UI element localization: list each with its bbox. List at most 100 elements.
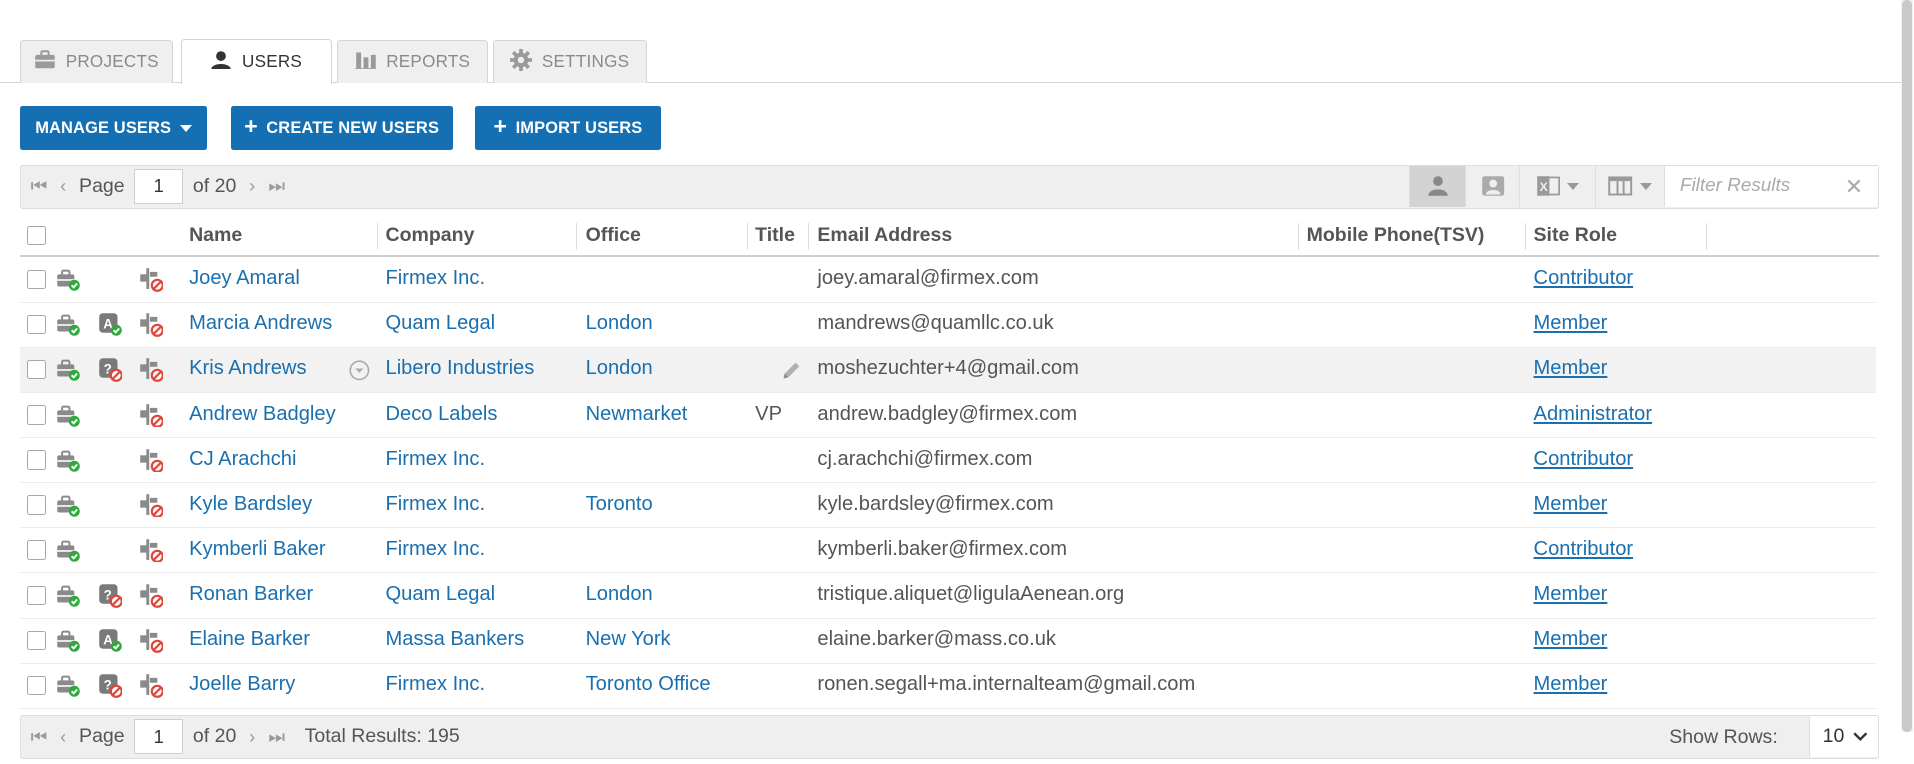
table-row[interactable]: Kyle Bardsley Firmex Inc. Toronto kyle.bard… bbox=[19, 483, 1877, 529]
user-company[interactable]: Quam Legal bbox=[386, 583, 496, 606]
projects-access-icon[interactable] bbox=[56, 267, 80, 291]
table-row[interactable]: Joey Amaral Firmex Inc. joey.amaral@firmex… bbox=[19, 257, 1877, 303]
view-active-users-button[interactable] bbox=[1409, 165, 1466, 208]
column-header-email[interactable]: Email Address bbox=[817, 224, 952, 247]
user-company[interactable]: Firmex Inc. bbox=[386, 538, 486, 561]
show-rows-select[interactable]: 10 bbox=[1809, 715, 1878, 758]
table-row[interactable]: CJ Arachchi Firmex Inc. cj.arachchi@firmex… bbox=[19, 438, 1877, 484]
last-page-icon[interactable]: ⏭ bbox=[268, 726, 285, 748]
user-name[interactable]: Kris Andrews bbox=[189, 357, 306, 380]
tab-settings[interactable]: SETTINGS bbox=[492, 40, 647, 83]
projects-access-icon[interactable] bbox=[56, 493, 80, 517]
table-row[interactable]: Kymberli Baker Firmex Inc. kymberli.baker@… bbox=[19, 528, 1877, 574]
user-office[interactable]: London bbox=[586, 312, 653, 335]
user-company[interactable]: Firmex Inc. bbox=[386, 267, 486, 290]
projects-access-icon[interactable] bbox=[56, 538, 80, 562]
column-header-role[interactable]: Site Role bbox=[1534, 224, 1618, 247]
hierarchy-icon[interactable] bbox=[139, 267, 164, 293]
hierarchy-icon[interactable] bbox=[139, 312, 164, 338]
row-checkbox[interactable] bbox=[26, 630, 47, 651]
tab-users[interactable]: USERS bbox=[180, 39, 332, 85]
clear-filter-icon[interactable]: ✕ bbox=[1845, 174, 1863, 200]
projects-access-icon[interactable] bbox=[56, 312, 80, 337]
create-new-users-button[interactable]: + CREATE NEW USERS bbox=[230, 106, 453, 151]
user-name[interactable]: Kymberli Baker bbox=[189, 538, 325, 561]
user-site-role[interactable]: Contributor bbox=[1534, 448, 1634, 471]
user-office[interactable]: Newmarket bbox=[586, 403, 688, 426]
user-name[interactable]: Joelle Barry bbox=[189, 673, 295, 696]
user-company[interactable]: Libero Industries bbox=[386, 357, 535, 380]
auth-blocked-icon[interactable]: ? bbox=[98, 583, 123, 609]
chevron-down-circle-icon[interactable] bbox=[349, 360, 370, 387]
hierarchy-icon[interactable] bbox=[139, 493, 164, 518]
auth-approved-icon[interactable]: A bbox=[98, 628, 122, 653]
column-header-mobile[interactable]: Mobile Phone(TSV) bbox=[1307, 224, 1485, 247]
user-office[interactable]: London bbox=[586, 583, 653, 606]
last-page-icon[interactable]: ⏭ bbox=[268, 175, 285, 197]
import-users-button[interactable]: + IMPORT USERS bbox=[474, 106, 662, 151]
hierarchy-icon[interactable] bbox=[139, 628, 164, 654]
user-name[interactable]: Joey Amaral bbox=[189, 267, 300, 290]
next-page-icon[interactable]: › bbox=[244, 726, 261, 748]
user-site-role[interactable]: Contributor bbox=[1534, 267, 1634, 290]
tab-projects[interactable]: PROJECTS bbox=[19, 40, 174, 83]
columns-button[interactable] bbox=[1594, 165, 1665, 208]
row-checkbox[interactable] bbox=[26, 675, 47, 696]
select-all-checkbox[interactable] bbox=[26, 225, 47, 246]
table-row[interactable]: ? Ronan Barker Quam Legal London tristique.a… bbox=[19, 573, 1877, 619]
page-input[interactable] bbox=[134, 718, 184, 755]
user-office[interactable]: New York bbox=[586, 628, 671, 651]
hierarchy-icon[interactable] bbox=[139, 357, 164, 383]
column-header-company[interactable]: Company bbox=[386, 224, 475, 247]
tab-reports[interactable]: REPORTS bbox=[336, 40, 488, 83]
projects-access-icon[interactable] bbox=[56, 448, 80, 472]
column-header-name[interactable]: Name bbox=[189, 224, 242, 247]
user-site-role[interactable]: Member bbox=[1534, 312, 1608, 335]
user-name[interactable]: Kyle Bardsley bbox=[189, 493, 312, 516]
row-checkbox[interactable] bbox=[26, 450, 47, 470]
user-site-role[interactable]: Member bbox=[1534, 357, 1608, 380]
auth-blocked-icon[interactable]: ? bbox=[98, 357, 123, 383]
table-row[interactable]: A Elaine Barker Massa Bankers New York elain… bbox=[19, 619, 1877, 664]
hierarchy-icon[interactable] bbox=[139, 448, 164, 473]
row-checkbox[interactable] bbox=[26, 314, 47, 335]
user-site-role[interactable]: Member bbox=[1534, 673, 1608, 696]
user-office[interactable]: Toronto bbox=[586, 493, 653, 516]
prev-page-icon[interactable]: ‹ bbox=[55, 175, 72, 197]
user-site-role[interactable]: Member bbox=[1534, 493, 1608, 516]
user-company[interactable]: Deco Labels bbox=[386, 403, 498, 426]
user-company[interactable]: Massa Bankers bbox=[386, 628, 525, 651]
page-input[interactable] bbox=[134, 168, 184, 205]
page-scrollbar[interactable] bbox=[1900, 0, 1913, 732]
hierarchy-icon[interactable] bbox=[139, 583, 164, 609]
row-checkbox[interactable] bbox=[26, 405, 47, 425]
view-all-users-button[interactable] bbox=[1465, 165, 1519, 208]
projects-access-icon[interactable] bbox=[56, 673, 80, 698]
scrollbar-thumb[interactable] bbox=[1901, 0, 1912, 732]
first-page-icon[interactable]: ⏮ bbox=[30, 175, 47, 197]
export-excel-button[interactable]: X bbox=[1519, 165, 1595, 208]
manage-users-button[interactable]: MANAGE USERS bbox=[19, 106, 208, 151]
row-checkbox[interactable] bbox=[26, 359, 47, 380]
hierarchy-icon[interactable] bbox=[139, 403, 164, 428]
projects-access-icon[interactable] bbox=[56, 403, 80, 427]
row-checkbox[interactable] bbox=[26, 495, 47, 515]
projects-access-icon[interactable] bbox=[56, 357, 80, 382]
user-site-role[interactable]: Contributor bbox=[1534, 538, 1634, 561]
pencil-edit-icon[interactable] bbox=[781, 359, 803, 387]
user-name[interactable]: Ronan Barker bbox=[189, 583, 313, 606]
user-company[interactable]: Firmex Inc. bbox=[386, 448, 486, 471]
user-name[interactable]: CJ Arachchi bbox=[189, 448, 296, 471]
row-checkbox[interactable] bbox=[26, 585, 47, 606]
user-company[interactable]: Firmex Inc. bbox=[386, 673, 486, 696]
row-checkbox[interactable] bbox=[26, 540, 47, 560]
user-site-role[interactable]: Member bbox=[1534, 583, 1608, 606]
table-row[interactable]: ? Joelle Barry Firmex Inc. Toronto Office ro… bbox=[19, 664, 1877, 709]
user-name[interactable]: Marcia Andrews bbox=[189, 312, 332, 335]
table-row[interactable]: ? Kris Andrews Libero Industries London mosh… bbox=[19, 347, 1877, 393]
user-name[interactable]: Elaine Barker bbox=[189, 628, 310, 651]
column-header-title[interactable]: Title bbox=[755, 224, 795, 247]
table-row[interactable]: Andrew Badgley Deco Labels Newmarket VP andr… bbox=[19, 393, 1877, 438]
prev-page-icon[interactable]: ‹ bbox=[55, 726, 72, 748]
projects-access-icon[interactable] bbox=[56, 583, 80, 607]
